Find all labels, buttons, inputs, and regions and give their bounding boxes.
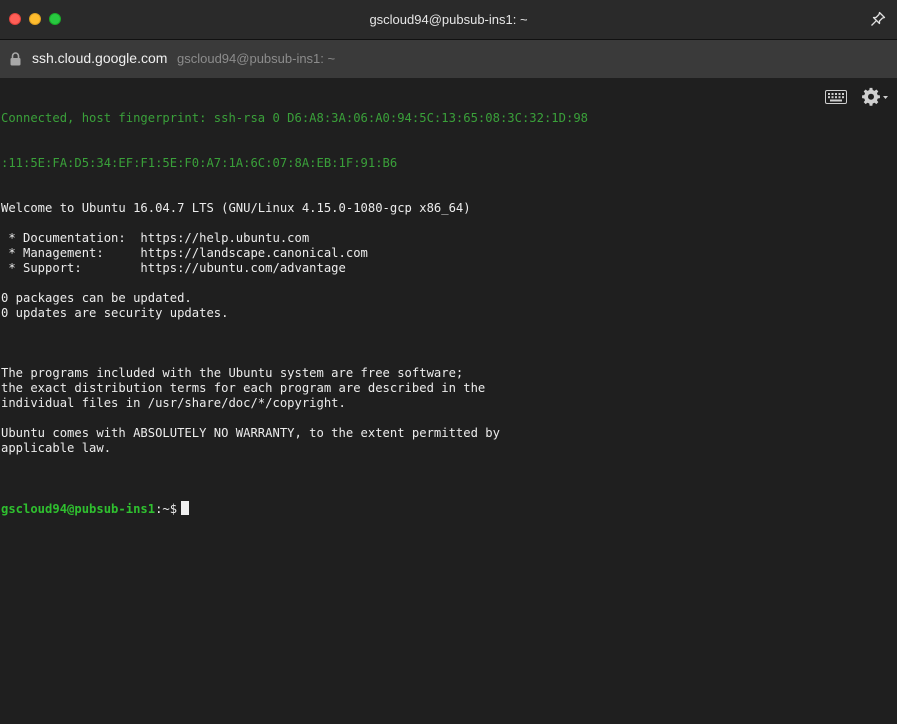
address-path: gscloud94@pubsub-ins1: ~: [177, 51, 336, 66]
terminal-line: applicable law.: [1, 441, 112, 455]
fingerprint-line-2: :11:5E:FA:D5:34:EF:F1:5E:F0:A7:1A:6C:07:…: [1, 156, 398, 170]
terminal-line: * Support: https://ubuntu.com/advantage: [1, 261, 346, 275]
prompt-user: gscloud94@pubsub-ins1: [1, 502, 156, 516]
address-domain: ssh.cloud.google.com: [32, 50, 168, 66]
keyboard-icon[interactable]: [825, 90, 847, 104]
terminal-output-lines: Welcome to Ubuntu 16.04.7 LTS (GNU/Linux…: [1, 201, 588, 471]
address-bar: ssh.cloud.google.com gscloud94@pubsub-in…: [0, 40, 897, 78]
ssh-window: gscloud94@pubsub-ins1: ~ ssh.cloud.googl…: [0, 0, 897, 724]
lock-icon: [10, 52, 21, 66]
terminal-line: * Documentation: https://help.ubuntu.com: [1, 231, 310, 245]
terminal-line: Ubuntu comes with ABSOLUTELY NO WARRANTY…: [1, 426, 500, 440]
pin-icon[interactable]: [870, 11, 886, 27]
terminal-line: 0 packages can be updated.: [1, 291, 192, 305]
terminal-line: individual files in /usr/share/doc/*/cop…: [1, 396, 346, 410]
prompt-line[interactable]: gscloud94@pubsub-ins1:~$: [1, 501, 588, 516]
terminal-line: The programs included with the Ubuntu sy…: [1, 366, 464, 380]
terminal-line: * Management: https://landscape.canonica…: [1, 246, 368, 260]
window-title: gscloud94@pubsub-ins1: ~: [369, 12, 528, 27]
terminal-cursor: [181, 501, 190, 515]
terminal-line: Welcome to Ubuntu 16.04.7 LTS (GNU/Linux…: [1, 201, 471, 215]
terminal-area[interactable]: Connected, host fingerprint: ssh-rsa 0 D…: [0, 79, 897, 724]
prompt-path: :~$: [155, 502, 178, 516]
fingerprint-line-1: Connected, host fingerprint: ssh-rsa 0 D…: [1, 111, 588, 125]
title-bar[interactable]: gscloud94@pubsub-ins1: ~: [0, 0, 897, 40]
terminal-output: Connected, host fingerprint: ssh-rsa 0 D…: [1, 81, 588, 546]
terminal-line: 0 updates are security updates.: [1, 306, 229, 320]
gear-icon[interactable]: [861, 87, 889, 107]
terminal-line: the exact distribution terms for each pr…: [1, 381, 486, 395]
